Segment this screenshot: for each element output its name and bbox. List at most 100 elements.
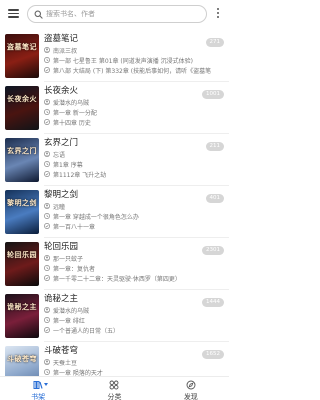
nav-category[interactable]: 分类: [76, 377, 152, 400]
read-progress-icon: [44, 327, 50, 333]
read-chapter: 第1112章 飞升之劫: [53, 171, 107, 179]
cover-title: 长夜余火: [7, 94, 37, 103]
search-input[interactable]: [46, 10, 196, 18]
read-progress-icon: [44, 275, 50, 281]
book-title: 盗墓笔记: [44, 34, 79, 44]
latest-chapter: 第一章 穿越成一个很角色怎么办: [53, 213, 139, 221]
top-bar: [0, 0, 229, 28]
unread-count-badge: 271: [205, 38, 224, 47]
latest-chapter: 第一章：复仇者: [53, 265, 96, 273]
latest-chapter: 第一部 七星鲁王 第01章 (同道发声演播 沉浸式体验): [53, 57, 193, 65]
book-info: 长夜余火爱潜水的乌贼 第一章 新一分配 第十四章 历史: [44, 85, 204, 127]
unread-count-badge: 2301: [202, 246, 224, 255]
author-icon: [44, 47, 50, 53]
read-progress-icon: [44, 67, 50, 73]
unread-count-badge: 1652: [202, 350, 224, 359]
cover-title: 玄界之门: [7, 146, 37, 155]
book-author: 忘语: [53, 151, 66, 159]
author-icon: [44, 151, 50, 157]
author-icon: [44, 307, 50, 313]
latest-chapter: 第一章 新一分配: [53, 109, 97, 117]
chevron-down-icon: [44, 383, 48, 386]
nav-label: 发现: [183, 393, 198, 400]
latest-chapter-icon: [44, 57, 50, 63]
book-item[interactable]: 轮回乐园 轮回乐园那一只蚊子第一章：复仇者第一千零二十二章：天灵驱驶·休西罗（第四…: [0, 238, 229, 290]
book-cover[interactable]: 诡秘之主: [5, 294, 39, 338]
author-icon: [44, 255, 50, 261]
book-author: 爱潜水的乌贼: [53, 307, 90, 315]
cover-title: 诡秘之主: [7, 302, 37, 311]
search-icon: [34, 10, 43, 19]
latest-chapter-icon: [44, 109, 50, 115]
book-info: 诡秘之主爱潜水的乌贼 第一章 绯红一个普通人的日常（五）: [44, 293, 204, 335]
search-box[interactable]: [27, 5, 207, 23]
bottom-navigation: 书架 分类 发现: [0, 376, 229, 400]
book-title: 诡秘之主: [44, 294, 79, 304]
book-cover[interactable]: 黎明之剑: [5, 190, 39, 234]
book-item[interactable]: 诡秘之主 诡秘之主 爱潜水的乌贼 第一章 绯红 一个普通人的日常（五） 1444: [0, 290, 229, 342]
cover-title: 轮回乐园: [7, 250, 37, 259]
read-progress-icon: [44, 171, 50, 177]
book-cover[interactable]: 玄界之门: [5, 138, 39, 182]
bookshelf-icon: [33, 381, 43, 389]
book-info: 轮回乐园那一只蚊子第一章：复仇者第一千零二十二章：天灵驱驶·休西罗（第四更）: [44, 241, 204, 283]
unread-count-badge: 1444: [202, 298, 224, 307]
book-item[interactable]: 黎明之剑 黎明之剑 远瞳 第一章 穿越成一个很角色怎么办 第一百八十一章 401: [0, 186, 229, 238]
more-options-icon[interactable]: [217, 8, 220, 20]
author-icon: [44, 203, 50, 209]
book-item[interactable]: 长夜余火 长夜余火 爱潜水的乌贼 第一章 新一分配 第十四章 历史 1001: [0, 82, 229, 134]
book-author: 天蚕土豆: [53, 359, 78, 367]
book-item[interactable]: 盗墓笔记 盗墓笔记南派三叔第一部 七星鲁王 第01章 (同道发声演播 沉浸式体验)…: [0, 30, 229, 82]
bookshelf-list: 盗墓笔记 盗墓笔记南派三叔第一部 七星鲁王 第01章 (同道发声演播 沉浸式体验)…: [0, 30, 229, 376]
book-item[interactable]: 玄界之门 玄界之门 忘语 第1章 序幕 第1112章 飞升之劫 211: [0, 134, 229, 186]
book-title: 玄界之门: [44, 138, 79, 148]
book-info: 盗墓笔记南派三叔第一部 七星鲁王 第01章 (同道发声演播 沉浸式体验) 第八部 …: [44, 33, 211, 75]
book-cover[interactable]: 长夜余火: [5, 86, 39, 130]
book-title: 长夜余火: [44, 86, 79, 96]
latest-chapter-icon: [44, 369, 50, 375]
latest-chapter: 第1章 序幕: [53, 161, 83, 169]
book-author: 那一只蚊子: [53, 255, 84, 263]
book-item[interactable]: 斗破苍穹斗破苍穹天蚕土豆第一章 陨落的天才第一千六百二十三章1652: [0, 342, 229, 376]
compass-icon: [186, 380, 196, 390]
nav-bookshelf[interactable]: 书架: [0, 377, 76, 400]
read-chapter: 一个普通人的日常（五）: [53, 327, 120, 335]
book-info: 斗破苍穹天蚕土豆第一章 陨落的天才第一千六百二十三章: [44, 345, 204, 376]
latest-chapter-icon: [44, 213, 50, 219]
category-grid-icon: [110, 380, 119, 390]
read-chapter: 第十四章 历史: [53, 119, 91, 127]
latest-chapter: 第一章 绯红: [53, 317, 85, 325]
read-progress-icon: [44, 119, 50, 125]
author-icon: [44, 99, 50, 105]
book-author: 远瞳: [53, 203, 66, 211]
author-icon: [44, 359, 50, 365]
latest-chapter-icon: [44, 317, 50, 323]
book-title: 斗破苍穹: [44, 346, 79, 356]
book-cover[interactable]: 盗墓笔记: [5, 34, 39, 78]
read-chapter: 第一百八十一章: [53, 223, 96, 231]
latest-chapter: 第一章 陨落的天才: [53, 369, 103, 377]
menu-icon[interactable]: [8, 9, 19, 18]
book-cover[interactable]: 斗破苍穹: [5, 346, 39, 376]
unread-count-badge: 401: [205, 194, 224, 203]
read-chapter: 第一千零二十二章：天灵驱驶·休西罗（第四更）: [53, 275, 181, 283]
book-cover[interactable]: 轮回乐园: [5, 242, 39, 286]
book-author: 南派三叔: [53, 47, 78, 55]
book-info: 黎明之剑远瞳第一章 穿越成一个很角色怎么办 第一百八十一章: [44, 189, 204, 231]
nav-discover[interactable]: 发现: [153, 377, 229, 400]
book-title: 黎明之剑: [44, 190, 79, 200]
read-chapter: 第八部 大结局 (下) 第332章 (技能后事如何，请听《盗墓笔: [53, 67, 212, 75]
book-title: 轮回乐园: [44, 242, 79, 252]
cover-title: 盗墓笔记: [7, 42, 37, 51]
cover-title: 黎明之剑: [7, 198, 37, 207]
latest-chapter-icon: [44, 161, 50, 167]
cover-title: 斗破苍穹: [7, 354, 37, 363]
unread-count-badge: 1001: [202, 90, 224, 99]
book-info: 玄界之门忘语第1章 序幕第1112章 飞升之劫: [44, 137, 204, 179]
read-progress-icon: [44, 223, 50, 229]
unread-count-badge: 211: [205, 142, 224, 151]
nav-label: 分类: [107, 393, 122, 400]
book-author: 爱潜水的乌贼: [53, 99, 90, 107]
latest-chapter-icon: [44, 265, 50, 271]
nav-label: 书架: [31, 393, 46, 400]
